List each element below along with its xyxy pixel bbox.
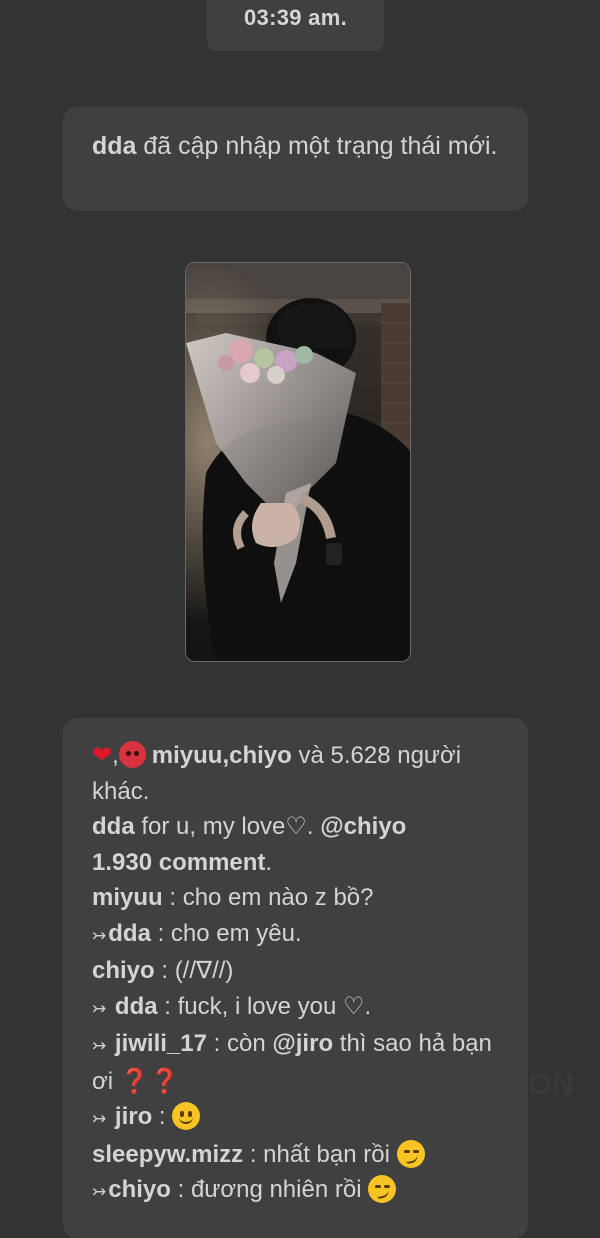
comment-reply-row: ↣ dda : fuck, i love you ♡. [92, 989, 508, 1027]
comment-count[interactable]: 1.930 comment [92, 849, 265, 876]
timestamp-pill: 03:39 am. [207, 0, 384, 51]
watermark: ON [528, 1068, 575, 1101]
reaction-separator: , [112, 742, 119, 769]
comment-user[interactable]: chiyo [108, 1176, 171, 1203]
post-photo-image [186, 263, 410, 661]
comment-reply-row: ↣chiyo : đương nhiên rồi [92, 1172, 508, 1210]
comment-text: : [152, 1103, 173, 1130]
post-comments-card: ❤, miyuu,chiyo và 5.628 người khác. dda f… [63, 718, 528, 1238]
comment-text: : (//∇//) [154, 957, 234, 984]
reply-arrow-icon: ↣ [92, 1182, 107, 1201]
comment-count-suffix: . [265, 848, 273, 876]
comment-user[interactable]: dda [108, 920, 151, 947]
reply-arrow-icon: ↣ [92, 1036, 107, 1055]
heart-icon: ❤ [92, 742, 113, 769]
comment-user[interactable]: jiwili_17 [115, 1030, 207, 1057]
angry-face-icon [118, 741, 146, 768]
comment-row: sleepyw.mizz : nhất bạn rồi [92, 1137, 508, 1173]
status-text: đã cập nhập một trạng thái mới. [136, 132, 498, 160]
comment-text: : còn [206, 1030, 273, 1057]
smirking-face-icon [396, 1139, 425, 1168]
caption-text: for u, my love♡. [134, 813, 321, 840]
comment-reply-row: ↣ jiwili_17 : còn @jiro thì sao hả bạn ơ… [92, 1026, 508, 1099]
smirking-face-icon [368, 1175, 397, 1203]
comment-user[interactable]: chiyo [92, 957, 155, 984]
comment-reply-row: ↣dda : cho em yêu. [92, 916, 508, 954]
comment-row: miyuu : cho em nào z bồ? [92, 880, 508, 916]
caption-user[interactable]: dda [92, 813, 135, 840]
status-user[interactable]: dda [92, 132, 136, 160]
comment-text: : fuck, i love you ♡. [157, 992, 372, 1020]
caption-line: dda for u, my love♡. @chiyo [92, 809, 508, 845]
comment-user[interactable]: jiro [115, 1103, 152, 1130]
comment-text: : cho em yêu. [150, 919, 302, 947]
comment-mention[interactable]: @jiro [272, 1030, 333, 1057]
comment-row: chiyo : (//∇//) [92, 953, 508, 989]
comment-text: : nhất bạn rồi [243, 1140, 397, 1168]
comment-reply-row: ↣ jiro : [92, 1099, 508, 1137]
liked-by-users[interactable]: miyuu,chiyo [152, 742, 292, 769]
caption-mention[interactable]: @chiyo [320, 813, 406, 840]
slightly-smiling-face-icon [172, 1102, 201, 1130]
reply-arrow-icon: ↣ [92, 925, 107, 945]
timestamp: 03:39 am. [244, 5, 347, 30]
question-mark-icon: ❓❓ [119, 1067, 180, 1095]
post-photo[interactable] [185, 262, 411, 662]
comment-user[interactable]: sleepyw.mizz [92, 1141, 243, 1168]
comment-user[interactable]: dda [115, 993, 158, 1020]
reply-arrow-icon: ↣ [92, 998, 107, 1018]
comment-user[interactable]: miyuu [92, 884, 163, 911]
reply-arrow-icon: ↣ [92, 1109, 107, 1128]
comment-text: : đương nhiên rồi [170, 1176, 369, 1203]
comment-text: : cho em nào z bồ? [162, 884, 374, 911]
reactions-line: ❤, miyuu,chiyo và 5.628 người khác. [92, 738, 508, 809]
comment-count-line[interactable]: 1.930 comment. [92, 845, 508, 881]
status-update-card: dda đã cập nhập một trạng thái mới. [63, 107, 528, 211]
